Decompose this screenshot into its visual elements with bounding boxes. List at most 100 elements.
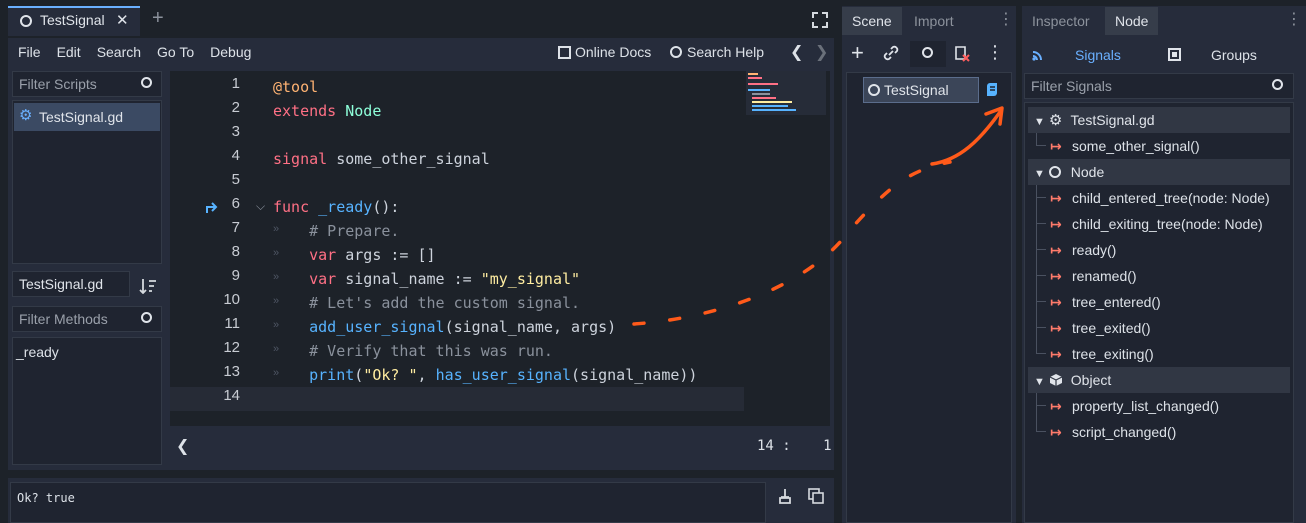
filter-nodes-button[interactable] <box>910 41 946 67</box>
code-line: # Let's add the custom signal. <box>273 291 580 315</box>
signal-item[interactable]: ↦ child_entered_tree(node: Node) <box>1050 185 1270 211</box>
signal-category[interactable]: ▼ Object <box>1028 367 1290 393</box>
filter-signals-input[interactable]: Filter Signals <box>1024 73 1294 99</box>
filter-scripts-input[interactable]: Filter Scripts <box>12 71 162 97</box>
code-token: print <box>309 366 355 384</box>
signal-item[interactable]: ↦ property_list_changed() <box>1050 393 1219 419</box>
subtab-signals[interactable]: Signals <box>1075 47 1121 63</box>
clear-output-icon[interactable] <box>777 488 793 504</box>
tree-guide <box>1036 328 1046 354</box>
search-icon <box>1272 79 1283 90</box>
current-line-highlight <box>170 387 744 411</box>
line-number: 11 <box>224 315 240 332</box>
groups-icon <box>1168 48 1181 61</box>
signal-category[interactable]: ▼ Node <box>1028 159 1290 185</box>
tab-import[interactable]: Import <box>904 7 964 35</box>
chevron-down-icon[interactable]: ▼ <box>1034 116 1045 128</box>
code-token: func <box>273 198 319 216</box>
script-icon[interactable] <box>953 45 971 63</box>
method-item[interactable]: _ready <box>16 344 59 360</box>
tree-guide <box>1036 302 1046 328</box>
connected-signal-icon[interactable] <box>205 201 219 215</box>
code-token: _ready <box>318 198 373 216</box>
more-options-icon[interactable]: ⋮ <box>1286 9 1302 29</box>
code-token: add_user_signal <box>309 318 445 336</box>
sort-icon[interactable] <box>139 278 157 294</box>
code-token: , <box>417 366 436 384</box>
tree-guide <box>1036 393 1046 406</box>
signal-item[interactable]: ↦ script_changed() <box>1050 419 1176 445</box>
search-help-button[interactable]: Search Help <box>670 44 764 60</box>
menu-item[interactable]: Go To <box>157 44 194 60</box>
add-node-icon[interactable]: + <box>851 40 864 66</box>
add-tab-icon[interactable]: + <box>152 7 164 30</box>
more-options-icon[interactable]: ⋮ <box>998 9 1014 29</box>
chevron-down-icon[interactable]: ▼ <box>1034 168 1045 180</box>
signal-item[interactable]: ↦ some_other_signal() <box>1050 133 1200 159</box>
signal-item[interactable]: ↦ renamed() <box>1050 263 1137 289</box>
cursor-position: 14 : 1 <box>757 438 832 454</box>
cursor-line: 14 <box>757 438 774 454</box>
more-options-icon[interactable]: ⋮ <box>986 42 1004 63</box>
signal-item[interactable]: ↦ tree_exited() <box>1050 315 1151 341</box>
signal-arrow-icon: ↦ <box>1050 294 1062 310</box>
signal-arrow-icon: ↦ <box>1050 320 1062 336</box>
gear-icon: ⚙ <box>1048 112 1063 129</box>
signal-item[interactable]: ↦ tree_entered() <box>1050 289 1161 315</box>
line-number: 7 <box>231 219 240 236</box>
signal-arrow-icon: ↦ <box>1050 216 1062 232</box>
code-token: var <box>273 270 346 288</box>
line-number: 10 <box>223 291 240 308</box>
fullscreen-icon[interactable] <box>812 12 828 28</box>
chevron-down-icon[interactable]: ▼ <box>1034 376 1045 388</box>
line-number: 9 <box>231 267 240 284</box>
tab-scene[interactable]: Scene <box>842 7 902 35</box>
node-circle-icon <box>20 15 32 27</box>
online-docs-label: Online Docs <box>575 44 652 60</box>
close-icon[interactable]: ✕ <box>116 11 129 29</box>
signal-item-label: child_entered_tree(node: Node) <box>1072 190 1270 206</box>
signal-item[interactable]: ↦ ready() <box>1050 237 1116 263</box>
online-docs-button[interactable]: Online Docs <box>558 44 651 60</box>
signal-item[interactable]: ↦ tree_exiting() <box>1050 341 1154 367</box>
signal-category[interactable]: ▼ ⚙ TestSignal.gd <box>1028 107 1290 133</box>
line-number: 8 <box>231 243 240 260</box>
menu-item[interactable]: Debug <box>210 44 251 60</box>
tree-guide <box>1036 276 1046 302</box>
tab-inspector[interactable]: Inspector <box>1022 7 1100 35</box>
code-line: @tool <box>273 75 318 99</box>
line-number: 13 <box>223 363 240 380</box>
code-token: (signal_name)) <box>571 366 698 384</box>
script-list-item[interactable]: ⚙ TestSignal.gd <box>14 103 160 131</box>
signal-arrow-icon: ↦ <box>1050 398 1062 414</box>
menu-item[interactable]: Search <box>97 44 141 60</box>
tree-guide <box>1036 406 1046 432</box>
tree-guide <box>1036 198 1046 224</box>
filter-methods-input[interactable]: Filter Methods <box>12 306 162 332</box>
signal-category-label: Object <box>1070 372 1112 388</box>
code-token: "Ok? " <box>363 366 418 384</box>
menu-bar: File Edit Search Go To Debug <box>18 44 267 60</box>
code-line: # Verify that this was run. <box>273 339 553 363</box>
search-icon <box>670 46 682 58</box>
output-text: Ok? true <box>17 491 75 505</box>
chevron-right-icon[interactable]: ❯ <box>815 42 828 62</box>
code-token: # Verify that this was run. <box>273 342 553 360</box>
signal-item-label: some_other_signal() <box>1072 138 1200 154</box>
signal-item[interactable]: ↦ child_exiting_tree(node: Node) <box>1050 211 1263 237</box>
chevron-left-icon[interactable]: ❮ <box>790 42 803 62</box>
script-tab[interactable]: TestSignal ✕ <box>8 6 140 36</box>
code-token: var <box>273 246 346 264</box>
line-number: 12 <box>223 339 240 356</box>
subtab-groups[interactable]: Groups <box>1211 47 1257 63</box>
signal-item-label: renamed() <box>1072 268 1137 284</box>
link-icon[interactable] <box>883 45 899 61</box>
copy-icon[interactable] <box>808 488 824 504</box>
menu-item[interactable]: Edit <box>57 44 81 60</box>
fold-arrow-icon[interactable]: ⌵ <box>256 199 265 214</box>
code-line: func _ready(): <box>273 195 399 219</box>
tab-node[interactable]: Node <box>1105 7 1159 35</box>
menu-item[interactable]: File <box>18 44 41 60</box>
chevron-left-icon[interactable]: ❮ <box>176 436 189 456</box>
